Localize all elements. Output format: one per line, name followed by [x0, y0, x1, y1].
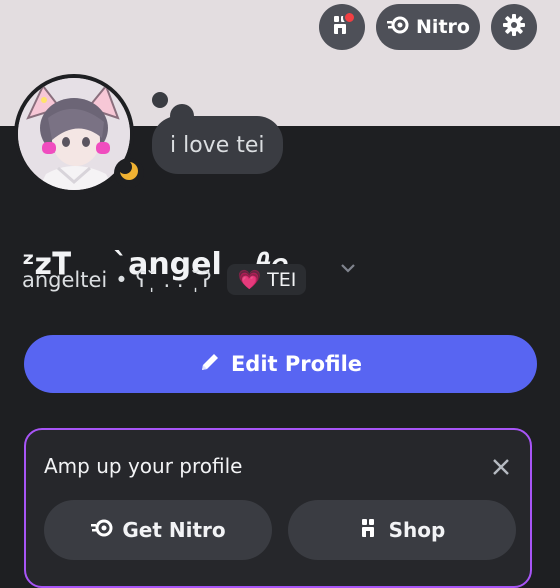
server-tag[interactable]: 💗 TEI [227, 264, 307, 295]
settings-button[interactable] [491, 4, 537, 50]
pronouns: ʕ˘̩ . . ˘̩ʔ [135, 267, 212, 292]
nitro-icon [90, 518, 114, 543]
heart-icon: 💗 [237, 269, 262, 291]
nitro-button[interactable]: Nitro [376, 4, 480, 50]
thought-bubble-dot [152, 92, 168, 108]
custom-status-bubble[interactable]: i love tei [152, 116, 283, 174]
promo-card: Amp up your profile Get Nitro Shop [24, 428, 532, 588]
nitro-icon [386, 15, 410, 40]
edit-profile-label: Edit Profile [230, 352, 363, 376]
close-icon[interactable] [492, 458, 510, 480]
avatar-container[interactable] [14, 74, 144, 194]
shop-button-promo[interactable]: Shop [288, 500, 516, 560]
username: angeltei [22, 267, 108, 292]
status-indicator [114, 158, 144, 188]
moon-icon [118, 160, 139, 185]
custom-status-text: i love tei [170, 132, 265, 158]
edit-profile-button[interactable]: Edit Profile [24, 335, 537, 393]
separator: • [115, 267, 128, 292]
promo-title: Amp up your profile [44, 454, 243, 478]
get-nitro-button[interactable]: Get Nitro [44, 500, 272, 560]
notification-dot [343, 11, 356, 24]
gear-icon [502, 13, 526, 41]
shop-label: Shop [388, 518, 446, 542]
server-tag-label: TEI [267, 268, 297, 291]
get-nitro-label: Get Nitro [122, 518, 226, 542]
user-info-row: angeltei • ʕ˘̩ . . ˘̩ʔ 💗 TEI [22, 264, 307, 295]
nitro-label: Nitro [416, 16, 470, 38]
shop-icon [359, 517, 381, 544]
shop-button[interactable] [319, 4, 365, 50]
pencil-icon [199, 351, 221, 378]
